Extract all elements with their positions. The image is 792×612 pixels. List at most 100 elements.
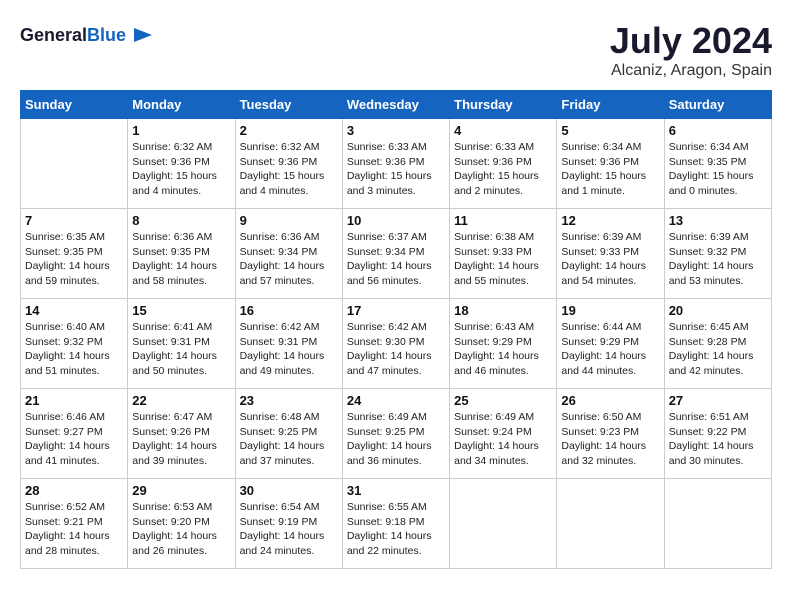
calendar-cell: 15 Sunrise: 6:41 AMSunset: 9:31 PMDayligh… xyxy=(128,299,235,389)
calendar-week-1: 1 Sunrise: 6:32 AMSunset: 9:36 PMDaylight… xyxy=(21,119,772,209)
cell-info: Sunrise: 6:32 AMSunset: 9:36 PMDaylight:… xyxy=(240,140,338,199)
day-number: 25 xyxy=(454,393,552,408)
day-number: 20 xyxy=(669,303,767,318)
calendar-cell: 28 Sunrise: 6:52 AMSunset: 9:21 PMDayligh… xyxy=(21,479,128,569)
calendar-cell: 7Sunrise: 6:35 AMSunset: 9:35 PMDaylight… xyxy=(21,209,128,299)
calendar-cell xyxy=(664,479,771,569)
cell-info: Sunrise: 6:44 AMSunset: 9:29 PMDaylight:… xyxy=(561,320,659,379)
cell-info: Sunrise: 6:42 AMSunset: 9:30 PMDaylight:… xyxy=(347,320,445,379)
calendar-week-2: 7Sunrise: 6:35 AMSunset: 9:35 PMDaylight… xyxy=(21,209,772,299)
day-number: 12 xyxy=(561,213,659,228)
month-year-title: July 2024 xyxy=(610,20,772,62)
cell-info: Sunrise: 6:36 AMSunset: 9:34 PMDaylight:… xyxy=(240,230,338,289)
day-number: 29 xyxy=(132,483,230,498)
cell-info: Sunrise: 6:49 AMSunset: 9:24 PMDaylight:… xyxy=(454,410,552,469)
cell-info: Sunrise: 6:41 AMSunset: 9:31 PMDaylight:… xyxy=(132,320,230,379)
day-number: 6 xyxy=(669,123,767,138)
calendar-cell: 31 Sunrise: 6:55 AMSunset: 9:18 PMDayligh… xyxy=(342,479,449,569)
day-number: 4 xyxy=(454,123,552,138)
day-header-thursday: Thursday xyxy=(450,91,557,119)
cell-info: Sunrise: 6:53 AMSunset: 9:20 PMDaylight:… xyxy=(132,500,230,559)
page-header: GeneralBlue July 2024 Alcaniz, Aragon, S… xyxy=(20,20,772,80)
cell-info: Sunrise: 6:54 AMSunset: 9:19 PMDaylight:… xyxy=(240,500,338,559)
day-number: 16 xyxy=(240,303,338,318)
day-number: 22 xyxy=(132,393,230,408)
day-header-sunday: Sunday xyxy=(21,91,128,119)
calendar-cell: 4 Sunrise: 6:33 AMSunset: 9:36 PMDaylight… xyxy=(450,119,557,209)
calendar-body: 1 Sunrise: 6:32 AMSunset: 9:36 PMDaylight… xyxy=(21,119,772,569)
day-number: 10 xyxy=(347,213,445,228)
cell-info: Sunrise: 6:50 AMSunset: 9:23 PMDaylight:… xyxy=(561,410,659,469)
calendar-table: SundayMondayTuesdayWednesdayThursdayFrid… xyxy=(20,90,772,569)
day-number: 11 xyxy=(454,213,552,228)
cell-info: Sunrise: 6:42 AMSunset: 9:31 PMDaylight:… xyxy=(240,320,338,379)
calendar-cell: 13 Sunrise: 6:39 AMSunset: 9:32 PMDayligh… xyxy=(664,209,771,299)
day-number: 7 xyxy=(25,213,123,228)
calendar-cell: 27Sunrise: 6:51 AMSunset: 9:22 PMDayligh… xyxy=(664,389,771,479)
calendar-cell xyxy=(450,479,557,569)
calendar-cell: 18 Sunrise: 6:43 AMSunset: 9:29 PMDayligh… xyxy=(450,299,557,389)
calendar-cell xyxy=(557,479,664,569)
calendar-cell: 5 Sunrise: 6:34 AMSunset: 9:36 PMDaylight… xyxy=(557,119,664,209)
day-number: 19 xyxy=(561,303,659,318)
calendar-cell: 23 Sunrise: 6:48 AMSunset: 9:25 PMDayligh… xyxy=(235,389,342,479)
cell-info: Sunrise: 6:34 AMSunset: 9:35 PMDaylight:… xyxy=(669,140,767,199)
day-number: 5 xyxy=(561,123,659,138)
cell-info: Sunrise: 6:40 AMSunset: 9:32 PMDaylight:… xyxy=(25,320,123,379)
cell-info: Sunrise: 6:37 AMSunset: 9:34 PMDaylight:… xyxy=(347,230,445,289)
calendar-cell: 26Sunrise: 6:50 AMSunset: 9:23 PMDayligh… xyxy=(557,389,664,479)
calendar-week-3: 14 Sunrise: 6:40 AMSunset: 9:32 PMDayligh… xyxy=(21,299,772,389)
cell-info: Sunrise: 6:43 AMSunset: 9:29 PMDaylight:… xyxy=(454,320,552,379)
calendar-cell: 3Sunrise: 6:33 AMSunset: 9:36 PMDaylight… xyxy=(342,119,449,209)
day-number: 24 xyxy=(347,393,445,408)
cell-info: Sunrise: 6:36 AMSunset: 9:35 PMDaylight:… xyxy=(132,230,230,289)
calendar-cell: 29 Sunrise: 6:53 AMSunset: 9:20 PMDayligh… xyxy=(128,479,235,569)
day-number: 21 xyxy=(25,393,123,408)
title-block: July 2024 Alcaniz, Aragon, Spain xyxy=(610,20,772,80)
calendar-cell: 24 Sunrise: 6:49 AMSunset: 9:25 PMDayligh… xyxy=(342,389,449,479)
calendar-cell: 14 Sunrise: 6:40 AMSunset: 9:32 PMDayligh… xyxy=(21,299,128,389)
calendar-week-5: 28 Sunrise: 6:52 AMSunset: 9:21 PMDayligh… xyxy=(21,479,772,569)
cell-info: Sunrise: 6:33 AMSunset: 9:36 PMDaylight:… xyxy=(454,140,552,199)
cell-info: Sunrise: 6:39 AMSunset: 9:33 PMDaylight:… xyxy=(561,230,659,289)
calendar-cell: 25 Sunrise: 6:49 AMSunset: 9:24 PMDayligh… xyxy=(450,389,557,479)
cell-info: Sunrise: 6:52 AMSunset: 9:21 PMDaylight:… xyxy=(25,500,123,559)
location-subtitle: Alcaniz, Aragon, Spain xyxy=(610,62,772,80)
cell-info: Sunrise: 6:38 AMSunset: 9:33 PMDaylight:… xyxy=(454,230,552,289)
day-number: 28 xyxy=(25,483,123,498)
calendar-cell: 12 Sunrise: 6:39 AMSunset: 9:33 PMDayligh… xyxy=(557,209,664,299)
day-number: 18 xyxy=(454,303,552,318)
day-number: 13 xyxy=(669,213,767,228)
day-header-wednesday: Wednesday xyxy=(342,91,449,119)
day-number: 31 xyxy=(347,483,445,498)
cell-info: Sunrise: 6:34 AMSunset: 9:36 PMDaylight:… xyxy=(561,140,659,199)
calendar-cell: 6 Sunrise: 6:34 AMSunset: 9:35 PMDaylight… xyxy=(664,119,771,209)
calendar-cell xyxy=(21,119,128,209)
day-number: 3 xyxy=(347,123,445,138)
day-number: 14 xyxy=(25,303,123,318)
day-header-monday: Monday xyxy=(128,91,235,119)
calendar-cell: 22 Sunrise: 6:47 AMSunset: 9:26 PMDayligh… xyxy=(128,389,235,479)
day-header-friday: Friday xyxy=(557,91,664,119)
calendar-cell: 1 Sunrise: 6:32 AMSunset: 9:36 PMDaylight… xyxy=(128,119,235,209)
calendar-cell: 21 Sunrise: 6:46 AMSunset: 9:27 PMDayligh… xyxy=(21,389,128,479)
cell-info: Sunrise: 6:39 AMSunset: 9:32 PMDaylight:… xyxy=(669,230,767,289)
calendar-cell: 2 Sunrise: 6:32 AMSunset: 9:36 PMDaylight… xyxy=(235,119,342,209)
day-number: 2 xyxy=(240,123,338,138)
calendar-cell: 17Sunrise: 6:42 AMSunset: 9:30 PMDayligh… xyxy=(342,299,449,389)
cell-info: Sunrise: 6:55 AMSunset: 9:18 PMDaylight:… xyxy=(347,500,445,559)
day-number: 8 xyxy=(132,213,230,228)
day-header-saturday: Saturday xyxy=(664,91,771,119)
day-number: 15 xyxy=(132,303,230,318)
calendar-cell: 10 Sunrise: 6:37 AMSunset: 9:34 PMDayligh… xyxy=(342,209,449,299)
cell-info: Sunrise: 6:48 AMSunset: 9:25 PMDaylight:… xyxy=(240,410,338,469)
day-number: 9 xyxy=(240,213,338,228)
cell-info: Sunrise: 6:32 AMSunset: 9:36 PMDaylight:… xyxy=(132,140,230,199)
logo-icon xyxy=(132,24,154,46)
cell-info: Sunrise: 6:47 AMSunset: 9:26 PMDaylight:… xyxy=(132,410,230,469)
day-number: 23 xyxy=(240,393,338,408)
cell-info: Sunrise: 6:46 AMSunset: 9:27 PMDaylight:… xyxy=(25,410,123,469)
day-number: 1 xyxy=(132,123,230,138)
calendar-cell: 11 Sunrise: 6:38 AMSunset: 9:33 PMDayligh… xyxy=(450,209,557,299)
cell-info: Sunrise: 6:49 AMSunset: 9:25 PMDaylight:… xyxy=(347,410,445,469)
